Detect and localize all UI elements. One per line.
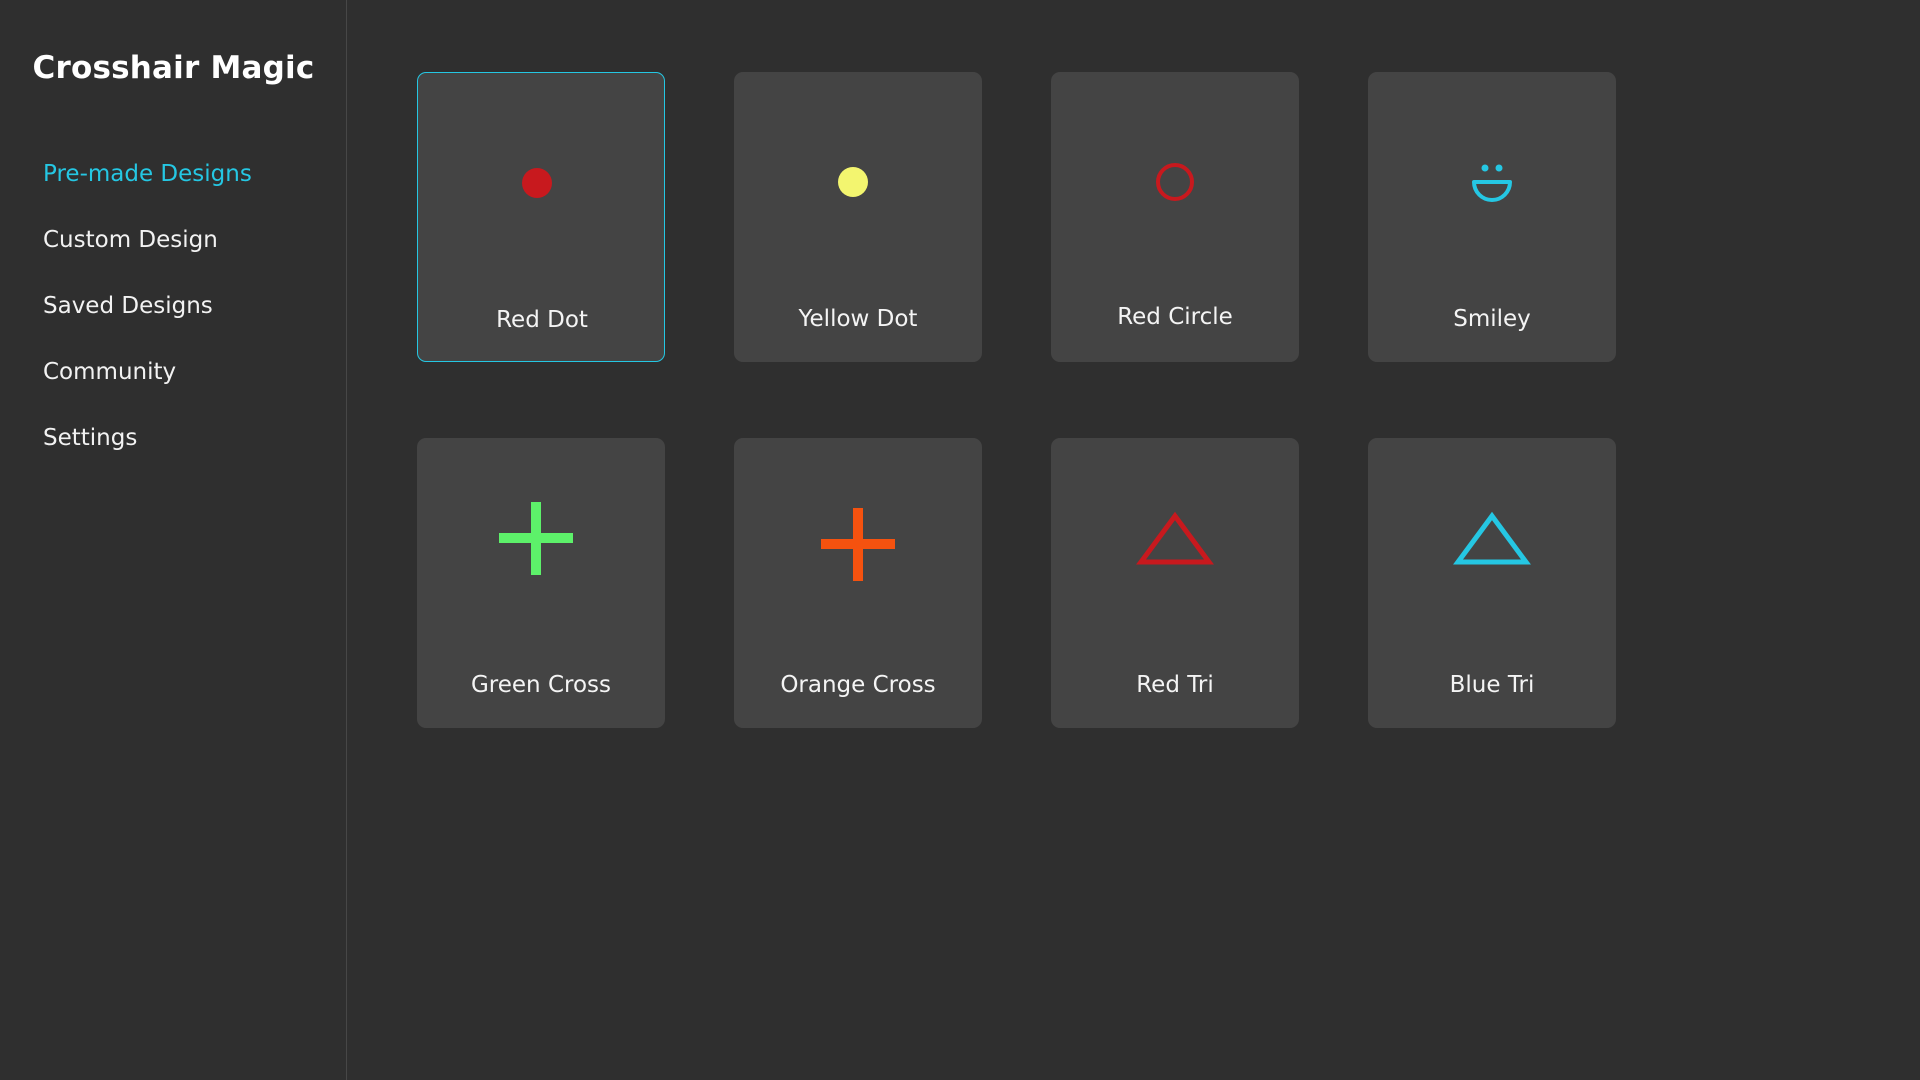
design-card-green-cross[interactable]: Green Cross [417,438,665,728]
design-card-red-dot[interactable]: Red Dot [417,72,665,362]
designs-grid: Red Dot Yellow Dot Red Circle Smiley [347,0,1920,1080]
nav-item-saved-designs[interactable]: Saved Designs [43,282,252,348]
smiley-right-eye [1496,165,1503,172]
design-card-label: Orange Cross [734,672,982,698]
orange-cross-icon [734,438,982,638]
design-card-label: Red Dot [418,307,666,333]
smiley-left-eye [1482,165,1489,172]
sidebar-nav: Pre-made Designs Custom Design Saved Des… [43,150,252,480]
design-card-smiley[interactable]: Smiley [1368,72,1616,362]
app-title: Crosshair Magic [0,50,347,86]
yellow-dot-icon [734,72,982,272]
orange-cross-horizontal [821,539,895,549]
design-card-blue-tri[interactable]: Blue Tri [1368,438,1616,728]
app-window: Crosshair Magic Pre-made Designs Custom … [0,0,1920,1080]
blue-triangle-icon [1368,438,1616,638]
design-card-label: Blue Tri [1368,672,1616,698]
smiley-icon [1368,72,1616,272]
green-cross-icon [417,438,665,638]
red-circle-shape [1158,165,1192,199]
blue-triangle-shape [1458,516,1526,562]
red-dot-shape [522,168,552,198]
design-card-label: Green Cross [417,672,665,698]
red-dot-icon [418,73,666,273]
design-card-yellow-dot[interactable]: Yellow Dot [734,72,982,362]
design-card-label: Red Tri [1051,672,1299,698]
sidebar: Crosshair Magic Pre-made Designs Custom … [0,0,347,1080]
design-card-orange-cross[interactable]: Orange Cross [734,438,982,728]
nav-item-custom-design[interactable]: Custom Design [43,216,252,282]
yellow-dot-shape [838,167,868,197]
nav-item-settings[interactable]: Settings [43,414,252,480]
nav-item-community[interactable]: Community [43,348,252,414]
green-cross-horizontal [499,533,573,543]
design-card-label: Smiley [1368,306,1616,332]
smiley-mouth [1474,182,1510,200]
red-circle-icon [1051,72,1299,272]
red-triangle-shape [1141,516,1209,562]
design-card-label: Red Circle [1051,304,1299,330]
red-triangle-icon [1051,438,1299,638]
design-card-label: Yellow Dot [734,306,982,332]
design-card-red-circle[interactable]: Red Circle [1051,72,1299,362]
design-card-red-tri[interactable]: Red Tri [1051,438,1299,728]
nav-item-premade-designs[interactable]: Pre-made Designs [43,150,252,216]
